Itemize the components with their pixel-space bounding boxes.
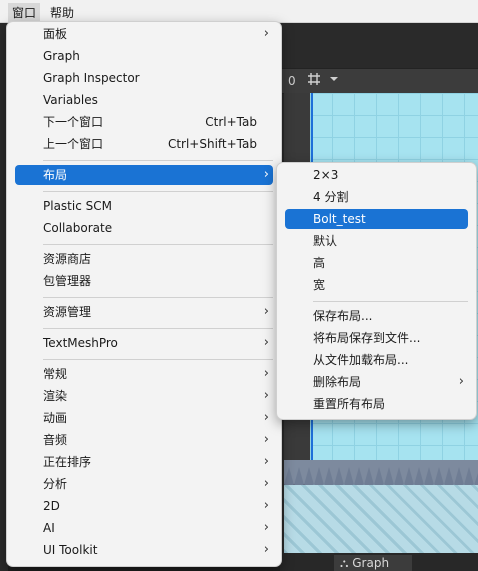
menu-item-graph-inspector[interactable]: Graph Inspector <box>15 68 273 88</box>
menu-separator <box>43 328 273 329</box>
grid-icon[interactable] <box>306 72 322 88</box>
scene-hatch-area <box>284 485 478 553</box>
chevron-right-icon: › <box>263 454 269 469</box>
chevron-right-icon: › <box>263 432 269 447</box>
chevron-down-icon[interactable] <box>326 72 342 88</box>
menu-item-general[interactable]: 常规 › <box>15 364 273 384</box>
menu-item-rendering[interactable]: 渲染 › <box>15 386 273 406</box>
layout-item-default[interactable]: 默认 <box>285 231 468 251</box>
window-menu: 面板 › Graph Graph Inspector Variables 下一个… <box>6 21 282 567</box>
layout-item-2x3[interactable]: 2×3 <box>285 165 468 185</box>
chevron-right-icon: › <box>263 498 269 513</box>
spike-row <box>284 467 478 485</box>
menu-item-2d[interactable]: 2D › <box>15 496 273 516</box>
layout-item-reset-all[interactable]: 重置所有布局 <box>285 394 468 414</box>
menu-item-next-window[interactable]: 下一个窗口 Ctrl+Tab <box>15 112 273 132</box>
chevron-right-icon: › <box>263 366 269 381</box>
menu-item-asset-management[interactable]: 资源管理 › <box>15 302 273 322</box>
layout-item-bolt-test[interactable]: Bolt_test <box>285 209 468 229</box>
chevron-right-icon: › <box>458 374 464 389</box>
menu-item-animation[interactable]: 动画 › <box>15 408 273 428</box>
scene-toolbar: 0 <box>280 68 478 94</box>
graph-tab-label: Graph <box>352 556 390 570</box>
chevron-right-icon: › <box>263 542 269 557</box>
layout-submenu: 2×3 4 分割 Bolt_test 默认 高 宽 保存布局... 将布局保存到… <box>276 162 477 420</box>
layout-item-wide[interactable]: 宽 <box>285 275 468 295</box>
menu-separator <box>43 297 273 298</box>
menubar-help[interactable]: 帮助 <box>46 3 78 22</box>
menu-item-audio[interactable]: 音频 › <box>15 430 273 450</box>
shortcut-label: Ctrl+Shift+Tab <box>167 137 257 151</box>
menu-separator <box>313 301 468 302</box>
shortcut-label: Ctrl+Tab <box>205 115 257 129</box>
menu-item-plastic-scm[interactable]: Plastic SCM <box>15 196 273 216</box>
layout-item-save-to-file[interactable]: 将布局保存到文件... <box>285 328 468 348</box>
layout-item-load-from-file[interactable]: 从文件加载布局... <box>285 350 468 370</box>
menu-item-collaborate[interactable]: Collaborate <box>15 218 273 238</box>
chevron-right-icon: › <box>263 304 269 319</box>
chevron-right-icon: › <box>263 167 269 182</box>
menu-item-layout[interactable]: 布局 › <box>15 165 273 185</box>
menu-item-variables[interactable]: Variables <box>15 90 273 110</box>
menu-separator <box>43 160 273 161</box>
menu-item-graph[interactable]: Graph <box>15 46 273 66</box>
menu-item-ai[interactable]: AI › <box>15 518 273 538</box>
chevron-right-icon: › <box>263 26 269 41</box>
graph-tab[interactable]: ⛬ Graph <box>334 555 412 571</box>
chevron-right-icon: › <box>263 520 269 535</box>
menu-separator <box>43 359 273 360</box>
menu-item-asset-store[interactable]: 资源商店 <box>15 249 273 269</box>
layout-item-delete-layout[interactable]: 删除布局 › <box>285 372 468 392</box>
menu-item-ui-toolkit[interactable]: UI Toolkit › <box>15 540 273 560</box>
chevron-right-icon: › <box>263 410 269 425</box>
menu-item-sequencing[interactable]: 正在排序 › <box>15 452 273 472</box>
graph-icon: ⛬ <box>340 556 349 570</box>
menu-item-panels[interactable]: 面板 › <box>15 24 273 44</box>
menu-item-analysis[interactable]: 分析 › <box>15 474 273 494</box>
menubar-window[interactable]: 窗口 <box>8 3 41 22</box>
menu-separator <box>43 244 273 245</box>
menu-item-package-manager[interactable]: 包管理器 <box>15 271 273 291</box>
chevron-right-icon: › <box>263 335 269 350</box>
layout-item-tall[interactable]: 高 <box>285 253 468 273</box>
layout-item-4-split[interactable]: 4 分割 <box>285 187 468 207</box>
chevron-right-icon: › <box>263 476 269 491</box>
menu-separator <box>43 191 273 192</box>
menu-item-textmeshpro[interactable]: TextMeshPro › <box>15 333 273 353</box>
chevron-right-icon: › <box>263 388 269 403</box>
menu-bar: 窗口 帮助 <box>0 0 478 23</box>
layout-item-save-layout[interactable]: 保存布局... <box>285 306 468 326</box>
toolbar-value: 0 <box>288 74 296 88</box>
menu-item-previous-window[interactable]: 上一个窗口 Ctrl+Shift+Tab <box>15 134 273 154</box>
